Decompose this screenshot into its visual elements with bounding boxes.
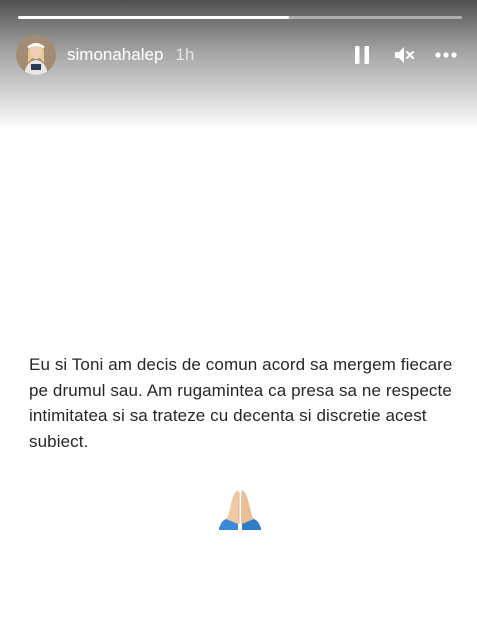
folded-hands-icon — [218, 486, 262, 530]
username[interactable]: simonahalep — [67, 45, 163, 65]
speaker-muted-icon[interactable] — [389, 40, 419, 70]
pause-icon[interactable] — [347, 40, 377, 70]
more-horizontal-icon[interactable] — [431, 40, 461, 70]
story-header: simonahalep 1h — [16, 33, 461, 77]
story-progress-fill — [18, 16, 289, 19]
story-progress-bar — [18, 16, 462, 19]
story-text: Eu si Toni am decis de comun acord sa me… — [29, 355, 453, 452]
story-viewer: simonahalep 1h Eu si Toni am decis de co… — [0, 0, 477, 630]
avatar[interactable] — [16, 35, 56, 75]
story-time: 1h — [175, 45, 195, 64]
